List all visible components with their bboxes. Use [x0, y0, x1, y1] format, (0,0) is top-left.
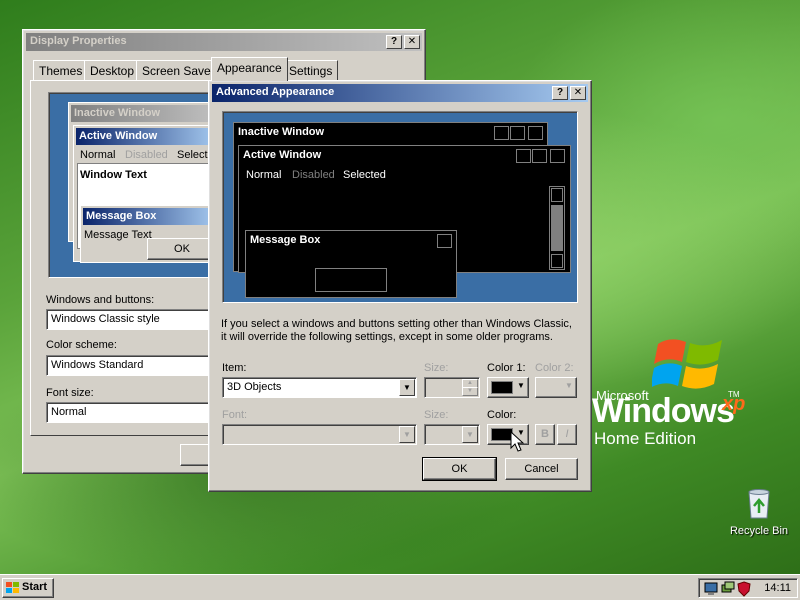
display-properties-title: Display Properties [30, 35, 127, 47]
display-settings-tray-icon[interactable] [703, 581, 719, 597]
windows-buttons-select[interactable]: Windows Classic style [46, 309, 216, 330]
color1-button[interactable]: ▼ [487, 377, 529, 398]
preview-menu-disabled: Disabled [125, 149, 168, 161]
security-shield-tray-icon[interactable] [737, 581, 751, 597]
start-button[interactable]: Start [2, 578, 54, 598]
tab-screen-saver[interactable]: Screen Saver [136, 60, 221, 80]
tab-themes[interactable]: Themes [33, 60, 89, 80]
size-spinner[interactable]: ▲ ▼ [424, 377, 480, 398]
windows-flag-logo [652, 339, 722, 389]
logo-xp-text: xp [722, 393, 746, 415]
aa-inactive-maximize [510, 126, 525, 140]
aa-help-button[interactable]: ? [552, 86, 568, 100]
aa-message-box-close [437, 234, 452, 248]
tab-desktop[interactable]: Desktop [84, 60, 141, 80]
aa-active-close [550, 149, 565, 163]
aa-preview-message-box: Message Box [245, 230, 457, 298]
color-scheme-label: Color scheme: [46, 339, 117, 351]
aa-inactive-minimize [494, 126, 509, 140]
color1-swatch [491, 381, 513, 394]
aa-info-line1: If you select a windows and buttons sett… [221, 318, 572, 330]
cancel-button[interactable]: Cancel [505, 458, 578, 480]
preview-menu-normal: Normal [80, 149, 116, 161]
preview-ok-button: OK [147, 238, 217, 260]
item-dropdown-arrow-icon[interactable]: ▼ [399, 379, 415, 396]
recycle-bin-label: Recycle Bin [729, 525, 789, 537]
preview-message-box-title: Message Box [83, 208, 217, 225]
clock[interactable]: 14:11 [764, 582, 791, 594]
font-dropdown-arrow-icon[interactable]: ▼ [399, 426, 415, 443]
size-down-icon[interactable]: ▼ [462, 387, 478, 396]
font-size-value: Normal [51, 406, 87, 418]
preview-message-text: Message Text [84, 229, 152, 241]
aa-active-maximize [532, 149, 547, 163]
logo-edition-text: Home Edition [594, 429, 697, 448]
aa-preview-message-box-title: Message Box [250, 234, 321, 246]
aa-inactive-close [528, 126, 543, 140]
system-tray: 14:11 [698, 578, 798, 598]
font-size-spinner-label: Size: [424, 409, 449, 421]
windows-logo-icon [6, 582, 19, 593]
aa-preview-scrollbar [549, 186, 565, 270]
logo-windows-text: Windows [592, 392, 735, 430]
item-label: Item: [222, 362, 247, 374]
recycle-bin-shortcut[interactable]: Recycle Bin [724, 486, 794, 537]
close-button[interactable]: ✕ [404, 35, 420, 49]
aa-active-minimize [516, 149, 531, 163]
aa-preview-ok-button [315, 268, 387, 292]
aa-preview-menu-normal: Normal [246, 169, 282, 181]
color2-arrow-icon: ▼ [565, 381, 573, 390]
font-size-label: Font size: [46, 387, 94, 399]
font-color-label: Color: [487, 409, 517, 421]
item-value: 3D Objects [227, 381, 282, 393]
font-select[interactable]: ▼ [222, 424, 417, 445]
size-label: Size: [424, 362, 449, 374]
aa-preview-inactive-title: Inactive Window [238, 126, 325, 138]
advanced-appearance-titlebar[interactable]: Advanced Appearance ? ✕ [212, 84, 588, 102]
tab-settings[interactable]: Settings [283, 60, 339, 80]
display-properties-titlebar[interactable]: Display Properties ? ✕ [26, 33, 422, 51]
color-scheme-select[interactable]: Windows Standard [46, 355, 216, 376]
font-size-select-aa[interactable]: ▼ [424, 424, 480, 445]
item-select[interactable]: 3D Objects ▼ [222, 377, 417, 398]
windows-buttons-label: Windows and buttons: [46, 294, 155, 306]
aa-close-button[interactable]: ✕ [570, 86, 586, 100]
color2-label: Color 2: [535, 362, 574, 374]
bold-button[interactable]: B [535, 424, 555, 445]
start-label: Start [22, 581, 48, 593]
ok-button[interactable]: OK [422, 457, 497, 481]
preview-active-title: Active Window [76, 128, 217, 145]
aa-preview-menu-selected: Selected [343, 169, 386, 181]
preview-message-box: Message Box Message Text OK [80, 205, 218, 263]
windows-buttons-value: Windows Classic style [51, 313, 160, 325]
color2-button[interactable]: ▼ [535, 377, 577, 398]
font-label: Font: [222, 409, 248, 421]
help-button[interactable]: ? [386, 35, 402, 49]
advanced-appearance-title: Advanced Appearance [216, 86, 335, 98]
font-size-arrow-icon[interactable]: ▼ [462, 426, 478, 443]
preview-window-text: Window Text [80, 169, 147, 181]
italic-button[interactable]: I [557, 424, 577, 445]
aa-preview-menu-disabled: Disabled [292, 169, 335, 181]
taskbar: Start 14:11 [0, 574, 800, 600]
tab-appearance[interactable]: Appearance [211, 57, 288, 81]
mouse-cursor-icon [510, 431, 524, 452]
color-scheme-value: Windows Standard [51, 359, 144, 371]
color1-label: Color 1: [487, 362, 526, 374]
color1-arrow-icon: ▼ [517, 381, 525, 390]
aa-info-line2: it will override the following settings,… [221, 331, 553, 343]
aa-preview-active-title: Active Window [243, 149, 322, 161]
preview-inactive-title: Inactive Window [71, 105, 217, 122]
network-tray-icon[interactable] [721, 581, 735, 597]
recycle-bin-icon [748, 489, 770, 519]
font-size-select[interactable]: Normal [46, 402, 216, 423]
